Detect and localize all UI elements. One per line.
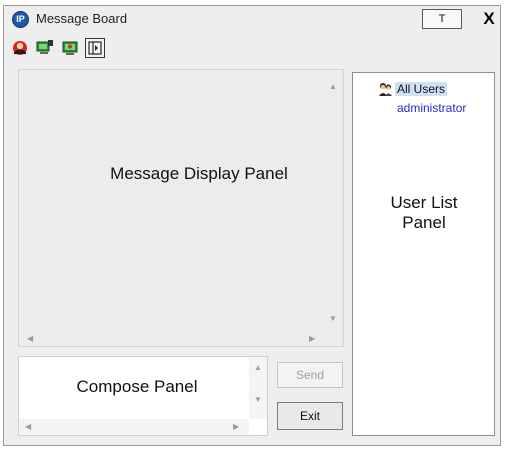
panel-toggle-icon[interactable] [85, 38, 105, 58]
compose-scroll-right-arrow-icon[interactable]: ▶ [233, 422, 239, 431]
compose-label: Compose Panel [76, 377, 198, 396]
message-display-panel[interactable]: Message Display Panel ▲ ▼ ◀ ▶ [18, 69, 344, 347]
message-display-label: Message Display Panel [110, 164, 288, 183]
user-list-label: User List Panel [390, 193, 458, 232]
compose-scroll-up-arrow-icon[interactable]: ▲ [254, 363, 262, 372]
user-status-icon[interactable] [10, 38, 30, 58]
message-vertical-scrollbar[interactable]: ▲ ▼ [323, 70, 343, 332]
close-button[interactable]: X [478, 8, 500, 30]
compose-vertical-scrollbar[interactable]: ▲ ▼ [249, 357, 267, 419]
send-button[interactable]: Send [277, 362, 343, 388]
scroll-down-arrow-icon[interactable]: ▼ [329, 314, 337, 323]
broadcast-icon[interactable] [35, 38, 55, 58]
compose-scroll-down-arrow-icon[interactable]: ▼ [254, 395, 262, 404]
compose-scroll-left-arrow-icon[interactable]: ◀ [25, 422, 31, 431]
toolbar [10, 38, 160, 60]
scroll-left-arrow-icon[interactable]: ◀ [27, 334, 33, 343]
window-title: Message Board [36, 11, 128, 26]
app-logo-icon: IP [12, 11, 29, 28]
exit-button[interactable]: Exit [277, 402, 343, 430]
pin-button[interactable]: T [422, 9, 462, 29]
scroll-right-arrow-icon[interactable]: ▶ [309, 334, 315, 343]
users-icon [379, 83, 392, 96]
compose-horizontal-scrollbar[interactable]: ◀ ▶ [19, 419, 249, 435]
user-list-item[interactable]: administrator [397, 101, 466, 115]
user-list-panel[interactable]: All Users administrator User List Panel [352, 72, 495, 436]
all-users-label: All Users [395, 82, 448, 96]
message-horizontal-scrollbar[interactable]: ◀ ▶ [19, 332, 323, 346]
title-bar[interactable]: IP Message Board T X [4, 6, 500, 33]
scroll-up-arrow-icon[interactable]: ▲ [329, 82, 337, 91]
private-message-icon[interactable] [60, 38, 80, 58]
compose-panel[interactable]: Compose Panel ▲ ▼ ◀ ▶ [18, 356, 268, 436]
